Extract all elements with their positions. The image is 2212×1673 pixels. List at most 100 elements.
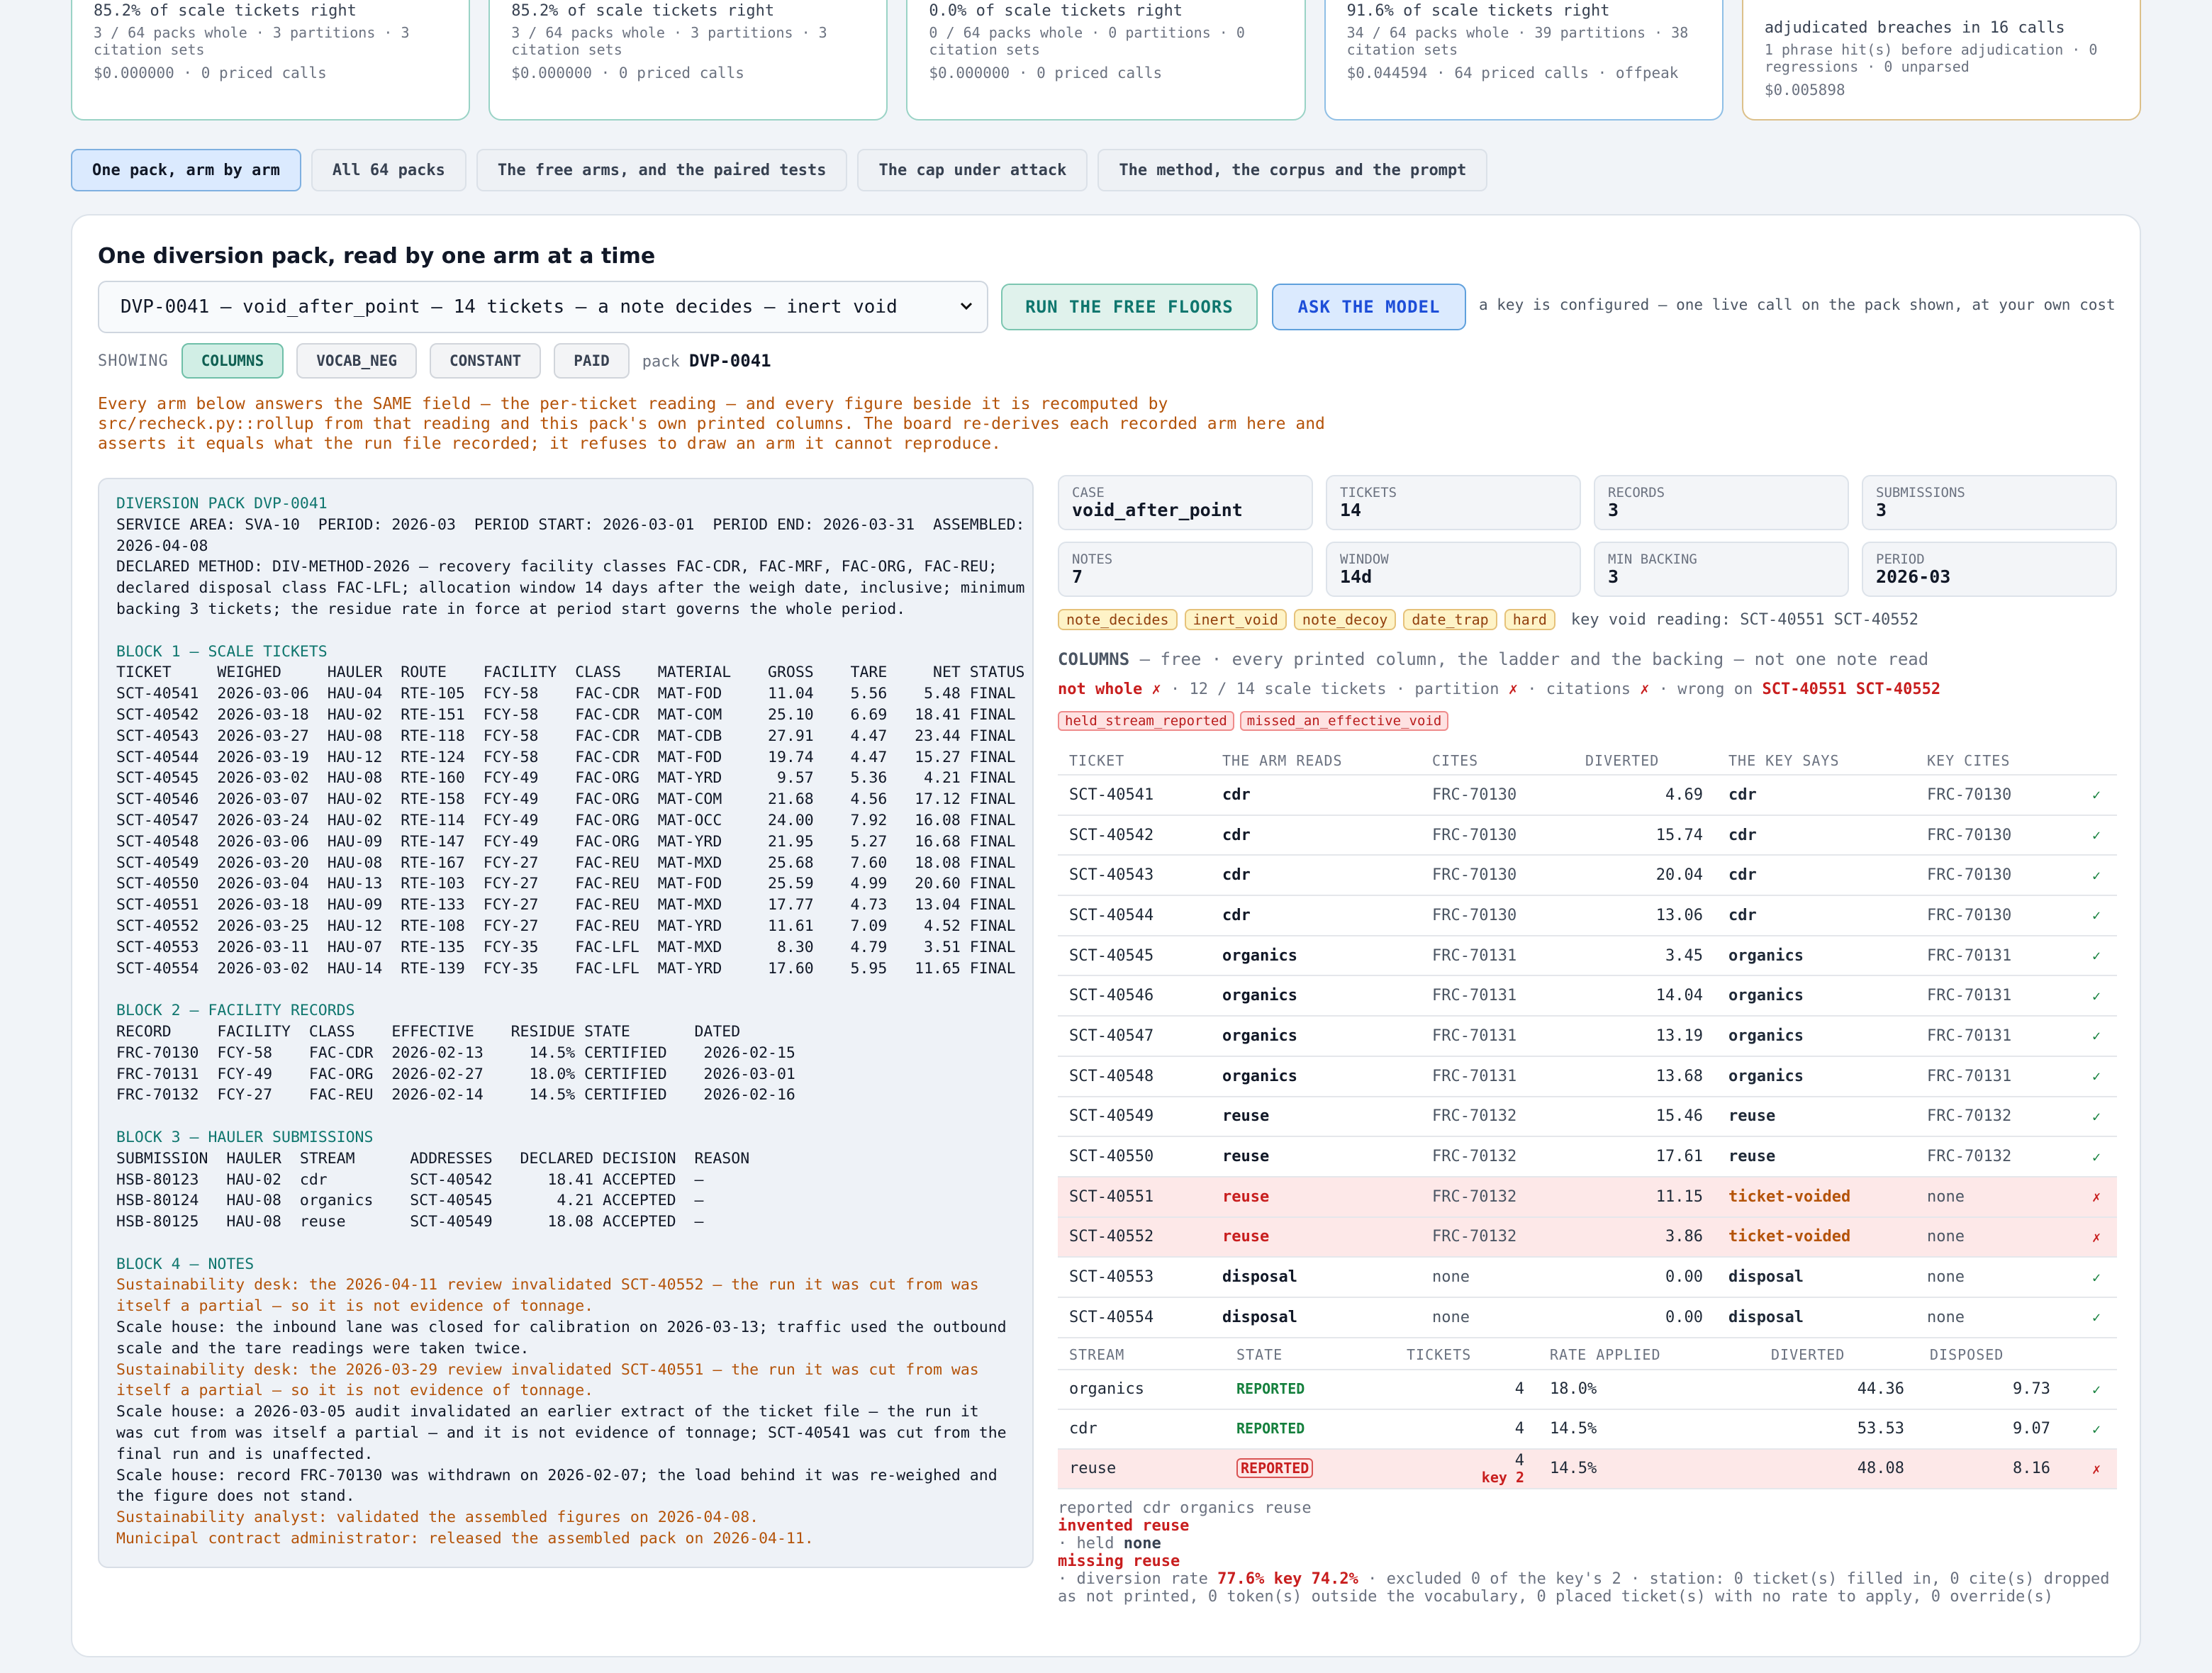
key-reading: reuse [1717,1136,1916,1177]
panel-title: One diversion pack, read by one arm at a… [98,244,656,269]
doc-block4-title: BLOCK 4 — NOTES [116,1255,255,1273]
ticket-id: SCT-40543 [1058,855,1211,897]
arm-cites: FRC-70131 [1421,1056,1574,1097]
diverted-tons: 13.19 [1574,1016,1717,1057]
case-tag: note_decides [1058,609,1178,630]
stream-disposed: 9.07 [1918,1409,2065,1450]
doc-note: Municipal contract administrator: releas… [116,1530,814,1548]
doc-note: Scale house: the inbound lane was closed… [116,1319,1016,1358]
recheck-explanation: Every arm below answers the SAME field —… [98,395,1325,453]
ticket-row: SCT-40554 disposal none 0.00 disposal none ✓ [1058,1297,2117,1338]
arm-pill-vocab-neg[interactable]: VOCAB_NEG [296,343,418,379]
match-mark: ✓ [2065,1409,2117,1450]
diverted-tons: 3.86 [1574,1216,1717,1258]
card-percent: 0.0% of scale tickets right [929,2,1183,20]
invented-streams: invented reuse [1058,1516,1190,1535]
reported-streams: reported cdr organics reuse [1058,1499,1312,1517]
arm-reading: reuse [1211,1216,1421,1258]
pack-select[interactable]: DVP-0041 — void_after_point — 14 tickets… [98,281,988,333]
arm-heading: COLUMNS — free · every printed column, t… [1058,649,1929,669]
case-tag: date_trap [1403,609,1497,630]
summary-card-paid[interactable]: 91.6% of scale tickets right 34 / 64 pac… [1324,0,1724,121]
key-reading: organics [1717,935,1916,977]
key-reading: cdr [1717,895,1916,936]
run-free-floors-button[interactable]: RUN THE FREE FLOORS [1001,284,1258,330]
key-reading: ticket-voided [1717,1216,1916,1258]
rate-applied: 14.5% [1538,1409,1760,1450]
diverted-tons: 13.68 [1574,1056,1717,1097]
tab-one-pack[interactable]: One pack, arm by arm [71,149,301,191]
card-subtitle: 3 / 64 packs whole · 3 partitions · 3 ci… [94,24,410,58]
arm-cites: FRC-70132 [1421,1136,1574,1177]
tab-free-arms[interactable]: The free arms, and the paired tests [476,149,848,191]
arm-cites: FRC-70132 [1421,1176,1574,1218]
reason-tag: missed_an_effective_void [1239,711,1449,731]
ticket-id: SCT-40542 [1058,815,1211,856]
stream-table-header: STREAM STATE TICKETS RATE APPLIED DIVERTED DI… [1058,1341,2117,1370]
rollup-summary: reported cdr organics reuse invented reu… [1058,1499,2121,1606]
match-mark: ✓ [2065,895,2117,936]
arm-cites: FRC-70131 [1421,1016,1574,1057]
diversion-rate-line: · diversion rate 77.6% key 74.2% · exclu… [1058,1570,2110,1606]
ticket-id: SCT-40552 [1058,1216,1211,1258]
arm-pill-columns[interactable]: COLUMNS [181,343,284,379]
state-badge: REPORTED [1236,1458,1314,1479]
ticket-id: SCT-40545 [1058,935,1211,977]
stream-state: REPORTED [1225,1409,1395,1450]
failure-reasons: held_stream_reported missed_an_effective… [1058,711,2121,731]
ticket-row: SCT-40544 cdr FRC-70130 13.06 cdr FRC-70130 ✓ [1058,895,2117,936]
key-reading: organics [1717,975,1916,1017]
fact-tickets: TICKETS 14 [1326,475,1581,530]
diverted-tons: 15.46 [1574,1096,1717,1138]
doc-note: Sustainability desk: the 2026-03-29 revi… [116,1360,988,1400]
diverted-tons: 17.61 [1574,1136,1717,1177]
fact-case: CASE void_after_point [1058,475,1313,530]
pack-id: DVP-0041 [689,351,771,371]
pack-select-value: DVP-0041 — void_after_point — 14 tickets… [121,296,898,318]
pack-panel: One diversion pack, read by one arm at a… [71,214,2141,1657]
arm-pill-paid[interactable]: PAID [554,343,630,379]
arm-reading: organics [1211,975,1421,1017]
doc-block1-title: BLOCK 1 — SCALE TICKETS [116,642,328,661]
tab-method[interactable]: The method, the corpus and the prompt [1097,149,1488,191]
arm-verdict: not whole ✗ · 12 / 14 scale tickets · pa… [1058,681,1941,698]
arm-cites: FRC-70131 [1421,975,1574,1017]
ticket-id: SCT-40551 [1058,1176,1211,1218]
match-mark: ✓ [2065,1136,2117,1177]
summary-card-vocab-neg[interactable]: 85.2% of scale tickets right 3 / 64 pack… [488,0,888,121]
card-subtitle: 34 / 64 packs whole · 39 partitions · 38… [1346,24,1689,58]
key-cites: FRC-70132 [1916,1136,2065,1177]
arm-switcher: SHOWING COLUMNS VOCAB_NEG CONSTANT PAID … [98,343,771,379]
ask-model-button[interactable]: ASK THE MODEL [1272,284,1466,330]
summary-card-cap[interactable]: adjudicated breaches in 16 calls 1 phras… [1741,0,2142,121]
ticket-table: TICKET THE ARM READS CITES DIVERTED THE KEY … [1058,746,2117,1338]
ticket-row: SCT-40549 reuse FRC-70132 15.46 reuse FRC-701… [1058,1096,2117,1138]
case-tag: hard [1504,609,1555,630]
tab-cap-under-attack[interactable]: The cap under attack [857,149,1088,191]
key-reading: cdr [1717,815,1916,856]
tab-all-packs[interactable]: All 64 packs [311,149,467,191]
key-cites: none [1916,1216,2065,1258]
arm-reading: cdr [1211,855,1421,897]
arm-description: — free · every printed column, the ladde… [1139,649,1929,669]
match-mark: ✗ [2065,1448,2117,1489]
match-mark: ✓ [2065,1257,2117,1298]
summary-card-columns[interactable]: 85.2% of scale tickets right 3 / 64 pack… [71,0,471,121]
doc-hauler-submissions: SUBMISSION HAULER STREAM ADDRESSES DECLA… [116,1149,750,1231]
fact-notes: NOTES 7 [1058,542,1313,597]
stream-diverted: 44.36 [1760,1369,1918,1410]
key-cites: none [1916,1297,2065,1338]
key-reading: organics [1717,1016,1916,1057]
summary-cards: 85.2% of scale tickets right 3 / 64 pack… [71,0,2142,121]
fact-window: WINDOW 14d [1326,542,1581,597]
ticket-id: SCT-40547 [1058,1016,1211,1057]
card-cost: $0.044594 · 64 priced calls · offpeak [1346,65,1679,82]
stream-name: reuse [1058,1448,1225,1489]
ticket-row: SCT-40548 organics FRC-70131 13.68 organics F… [1058,1056,2117,1097]
card-percent: 91.6% of scale tickets right [1346,2,1610,20]
summary-card-constant[interactable]: 0.0% of scale tickets right 0 / 64 packs… [906,0,1306,121]
arm-pill-constant[interactable]: CONSTANT [430,343,542,379]
stream-name: cdr [1058,1409,1225,1450]
ticket-row: SCT-40541 cdr FRC-70130 4.69 cdr FRC-70130 ✓ [1058,775,2117,816]
doc-facility-records: RECORD FACILITY CLASS EFFECTIVE RESIDUE … [116,1022,795,1104]
